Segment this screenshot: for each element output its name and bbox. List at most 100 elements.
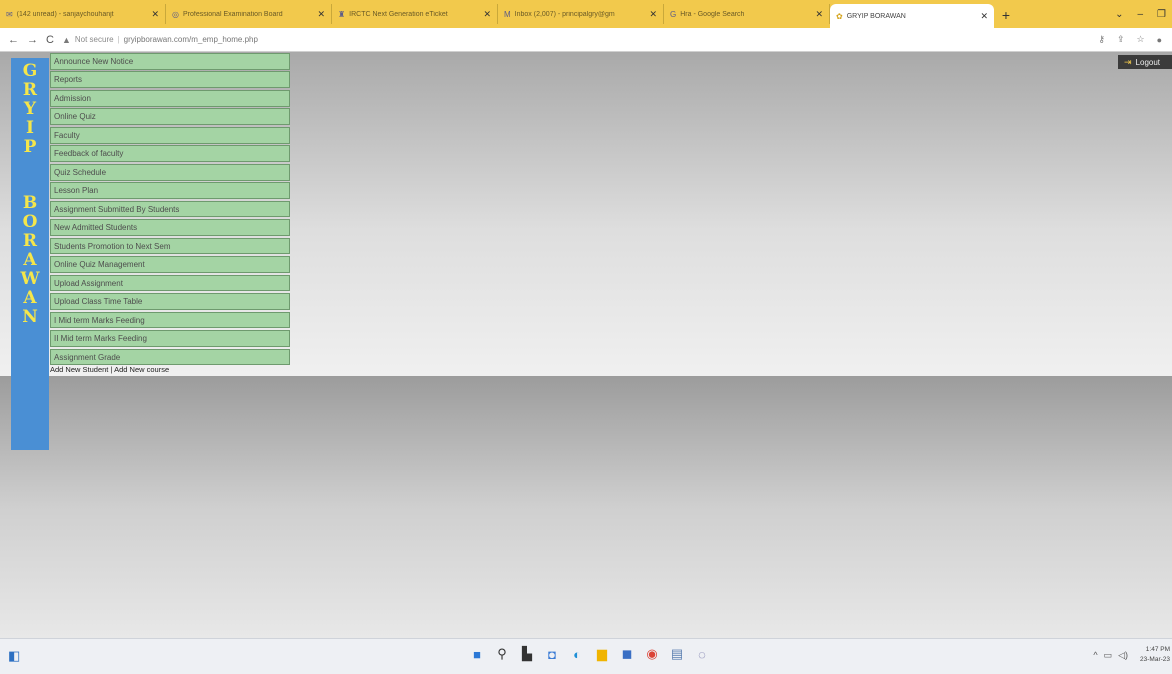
app-icon[interactable]: ▤ [670, 646, 684, 662]
taskbar-apps: ■ ⚲ ▙ ◘ ◐ ▆ ◼ ◉ ▤ ◌ [470, 646, 709, 662]
menu-item-upload-assignment[interactable]: Upload Assignment [50, 274, 290, 292]
menu-item-assignment-grade[interactable]: Assignment Grade [50, 348, 290, 366]
chevron-up-icon[interactable]: ^ [1093, 650, 1097, 661]
menu-item-feedback-of-faculty[interactable]: Feedback of faculty [50, 145, 290, 163]
tab-google-search[interactable]: G Hra - Google Search ✕ [664, 4, 830, 24]
close-icon[interactable]: ✕ [317, 9, 325, 20]
edge-icon[interactable]: ◐ [570, 647, 584, 662]
menu-item-assignment-submitted[interactable]: Assignment Submitted By Students [50, 200, 290, 218]
search-icon[interactable]: ⚲ [495, 646, 509, 662]
minimize-icon[interactable]: – [1137, 9, 1143, 20]
logout-button[interactable]: ⇥ Logout [1118, 55, 1172, 69]
brand-letter: Y [23, 99, 37, 119]
brand-letter: N [22, 307, 38, 327]
menu-item-quiz-schedule[interactable]: Quiz Schedule [50, 163, 290, 181]
logout-icon: ⇥ [1124, 56, 1132, 67]
brand-letter: A [23, 250, 37, 270]
tab-irctc[interactable]: ♜ IRCTC Next Generation eTicket ✕ [332, 4, 498, 24]
start-icon[interactable]: ■ [470, 647, 484, 662]
add-new-student-link[interactable]: Add New Student [50, 365, 108, 374]
tab-title: Professional Examination Board [182, 10, 283, 18]
menu-item-online-quiz-management[interactable]: Online Quiz Management [50, 256, 290, 273]
window-controls: ⌄ – ❐ [1115, 0, 1172, 28]
new-tab-button[interactable]: + [994, 2, 1018, 28]
reload-icon[interactable]: C [46, 34, 54, 46]
google-icon: G [670, 9, 677, 19]
profile-icon[interactable]: ● [1157, 35, 1162, 45]
close-icon[interactable]: ✕ [815, 9, 823, 20]
mail-icon: ✉ [6, 9, 13, 19]
address-bar-row: ← → C ▲ Not secure | gryipborawan.com/m_… [0, 28, 1172, 52]
back-icon[interactable]: ← [8, 34, 19, 46]
tab-title: IRCTC Next Generation eTicket [349, 10, 448, 18]
system-clock[interactable]: 1:47 PM 23-Mar-23 [1140, 645, 1170, 665]
volume-icon[interactable]: ◁) [1118, 650, 1128, 661]
menu-item-reports[interactable]: Reports [50, 71, 290, 89]
url-separator: | [117, 35, 120, 44]
key-icon[interactable]: ⚷ [1098, 34, 1105, 45]
file-explorer-icon[interactable]: ▆ [595, 646, 609, 662]
brand-letter: I [26, 118, 34, 138]
main-menu: Announce New Notice Reports Admission On… [50, 53, 290, 367]
chat-icon[interactable]: ◘ [545, 647, 559, 662]
brand-letter: B [22, 193, 38, 213]
tab-title: (142 unread) - sanjaychouhanjt [16, 10, 114, 18]
store-icon[interactable]: ◼ [620, 646, 634, 662]
brand-letter: W [20, 269, 40, 289]
globe-icon: ◎ [172, 9, 179, 19]
task-view-icon[interactable]: ▙ [520, 646, 534, 662]
add-new-course-link[interactable]: Add New course [114, 365, 169, 374]
chrome-icon[interactable]: ◉ [645, 646, 659, 662]
menu-item-upload-class-time-table[interactable]: Upload Class Time Table [50, 293, 290, 310]
tab-exam-board[interactable]: ◎ Professional Examination Board ✕ [166, 4, 332, 24]
close-icon[interactable]: ✕ [649, 9, 657, 20]
chevron-down-icon[interactable]: ⌄ [1115, 9, 1123, 20]
taskbar: ◧ ■ ⚲ ▙ ◘ ◐ ▆ ◼ ◉ ▤ ◌ ^ ▭ ◁) 1:47 PM 23-… [0, 638, 1172, 674]
url-field[interactable]: ▲ Not secure | gryipborawan.com/m_emp_ho… [62, 35, 258, 45]
url-text: gryipborawan.com/m_emp_home.php [123, 35, 258, 44]
tab-gryip-borawan[interactable]: ✿ GRYIP BORAWAN ✕ [830, 4, 994, 28]
quick-links: Add New Student | Add New course [50, 365, 169, 374]
magnifier-icon[interactable]: ◌ [695, 647, 709, 662]
link-separator: | [110, 365, 113, 374]
menu-item-students-promotion[interactable]: Students Promotion to Next Sem [50, 237, 290, 255]
menu-item-new-admitted-students[interactable]: New Admitted Students [50, 219, 290, 236]
menu-item-i-mid-term-marks[interactable]: I Mid term Marks Feeding [50, 311, 290, 329]
network-icon[interactable]: ▭ [1104, 650, 1113, 661]
security-label: Not secure [74, 35, 114, 44]
brand-letter: A [23, 288, 37, 308]
menu-item-lesson-plan[interactable]: Lesson Plan [50, 182, 290, 199]
share-icon[interactable]: ⇪ [1117, 34, 1125, 45]
warning-icon: ▲ [61, 34, 71, 45]
brand-letter: O [22, 212, 38, 232]
widgets-icon[interactable]: ◧ [8, 648, 20, 664]
tab-title: GRYIP BORAWAN [846, 12, 906, 20]
menu-item-announce-new-notice[interactable]: Announce New Notice [50, 53, 290, 70]
mail-icon: M [504, 9, 511, 19]
page-lower-background [0, 376, 1172, 638]
tab-title: Inbox (2,007) - principalgry@gm [514, 10, 615, 18]
tab-gmail[interactable]: ✉ (142 unread) - sanjaychouhanjt ✕ [0, 4, 166, 24]
close-icon[interactable]: ✕ [483, 9, 491, 20]
brand-sidebar: G R Y I P B O R A W A N [11, 58, 49, 450]
menu-item-faculty[interactable]: Faculty [50, 126, 290, 144]
restore-icon[interactable]: ❐ [1157, 9, 1166, 20]
system-tray: ^ ▭ ◁) [1093, 650, 1128, 661]
forward-icon[interactable]: → [27, 34, 38, 46]
brand-letter: P [23, 137, 37, 157]
tab-inbox[interactable]: M Inbox (2,007) - principalgry@gm ✕ [498, 4, 664, 24]
toolbar-icons: ⚷ ⇪ ☆ ● [1098, 34, 1172, 45]
star-icon[interactable]: ☆ [1136, 34, 1144, 45]
clock-date: 23-Mar-23 [1140, 656, 1170, 663]
menu-item-ii-mid-term-marks[interactable]: II Mid term Marks Feeding [50, 330, 290, 347]
menu-item-admission[interactable]: Admission [50, 89, 290, 107]
menu-item-online-quiz[interactable]: Online Quiz [50, 108, 290, 126]
site-icon: ✿ [836, 11, 843, 21]
brand-letter: R [22, 80, 38, 100]
clock-time: 1:47 PM [1145, 646, 1170, 653]
close-icon[interactable]: ✕ [980, 11, 988, 22]
close-icon[interactable]: ✕ [151, 9, 159, 20]
tab-title: Hra - Google Search [680, 10, 745, 18]
brand-letter: G [22, 61, 38, 81]
page-area: G R Y I P B O R A W A N Announce New Not… [0, 52, 1172, 638]
